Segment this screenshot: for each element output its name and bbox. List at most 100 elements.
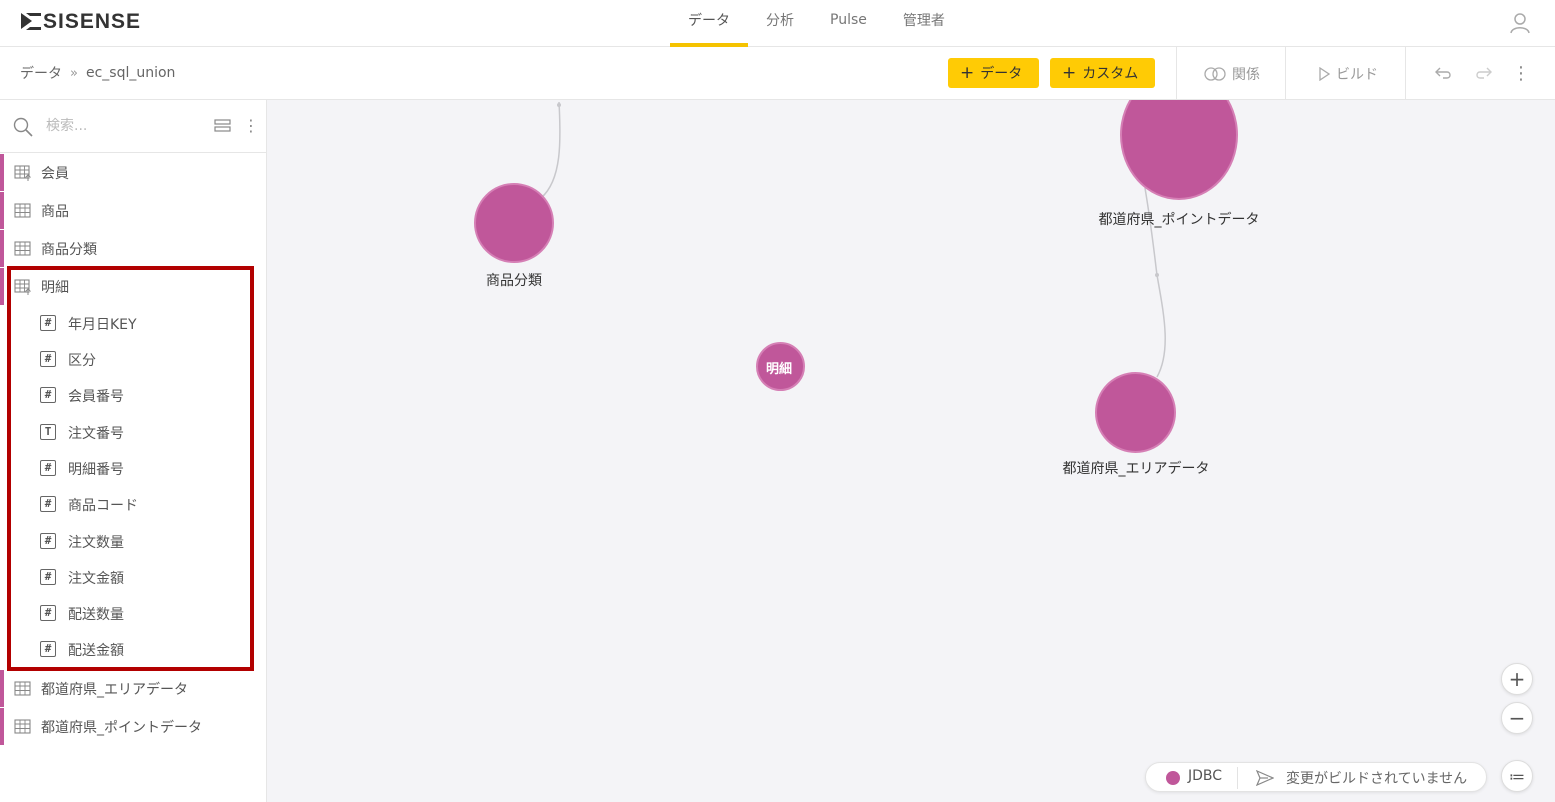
add-data-label: データ: [980, 66, 1023, 82]
relations-label: 関係: [1232, 67, 1260, 83]
column-item[interactable]: # 注文金額: [40, 563, 240, 593]
numeric-field-icon: #: [40, 496, 56, 512]
more-menu-icon[interactable]: ⋮: [1511, 63, 1531, 84]
tab-pulse[interactable]: Pulse: [812, 0, 885, 43]
numeric-field-icon: #: [40, 315, 56, 331]
table-icon: [14, 719, 31, 734]
relations-button[interactable]: 関係: [1204, 64, 1260, 84]
main-nav-tabs: データ 分析 Pulse 管理者: [670, 0, 963, 47]
custom-table-icon: [14, 279, 31, 295]
column-item[interactable]: # 商品コード: [40, 490, 240, 520]
relations-icon: [1204, 67, 1226, 81]
table-color-bar: [0, 670, 4, 707]
column-item[interactable]: # 配送金額: [40, 635, 240, 665]
column-item[interactable]: T 注文番号: [40, 418, 240, 448]
tab-admin[interactable]: 管理者: [885, 0, 963, 43]
sidebar-search-bar: ⋮: [0, 100, 266, 153]
user-icon[interactable]: [1508, 11, 1532, 35]
breadcrumb-root-link[interactable]: データ: [20, 63, 62, 83]
numeric-field-icon: #: [40, 569, 56, 585]
table-label: 商品: [41, 204, 69, 220]
numeric-field-icon: #: [40, 641, 56, 657]
list-toggle-button[interactable]: ≔: [1501, 760, 1533, 792]
model-canvas[interactable]: 商品分類 明細 都道府県_ポイントデータ 都道府県_エリアデータ + − ≔ J…: [267, 100, 1555, 802]
toolbar-divider: [1176, 47, 1177, 99]
column-item[interactable]: # 配送数量: [40, 599, 240, 629]
table-color-bar: [0, 192, 4, 229]
add-data-button[interactable]: + データ: [948, 58, 1039, 88]
table-label: 都道府県_ポイントデータ: [41, 720, 202, 736]
numeric-field-icon: #: [40, 387, 56, 403]
numeric-field-icon: #: [40, 351, 56, 367]
column-item[interactable]: # 年月日KEY: [40, 309, 240, 339]
table-label: 都道府県_エリアデータ: [41, 682, 188, 698]
table-icon: [14, 203, 31, 218]
status-divider: [1237, 767, 1238, 789]
column-item[interactable]: # 注文数量: [40, 527, 240, 557]
tables-sidebar: ⋮ 会員 商品 商品分類 明細: [0, 100, 267, 802]
node-inner-label: 明細: [766, 362, 793, 377]
source-type-label: JDBC: [1188, 768, 1223, 784]
build-status-message: 変更がビルドされていません: [1286, 771, 1468, 787]
column-label: 明細番号: [68, 462, 124, 478]
node-label: 都道府県_ポイントデータ: [1098, 212, 1260, 228]
zoom-out-button[interactable]: −: [1501, 702, 1533, 734]
tab-data[interactable]: データ: [670, 0, 748, 47]
brand-name: SISENSE: [43, 10, 142, 33]
sisense-logo-mark-icon: [21, 13, 41, 30]
column-label: 会員番号: [68, 389, 124, 405]
sidebar-item-area-data[interactable]: 都道府県_エリアデータ: [0, 670, 266, 707]
build-button[interactable]: ビルド: [1318, 64, 1378, 84]
relation-lines: [540, 101, 1166, 378]
table-label: 会員: [41, 166, 69, 182]
numeric-field-icon: #: [40, 533, 56, 549]
node-shohin-bunrui[interactable]: [474, 183, 554, 263]
node-label: 都道府県_エリアデータ: [1062, 461, 1210, 477]
node-area-data[interactable]: [1095, 372, 1176, 453]
search-icon: [13, 117, 33, 137]
table-color-bar: [0, 708, 4, 745]
numeric-field-icon: #: [40, 605, 56, 621]
toolbar-divider: [1285, 47, 1286, 99]
model-toolbar: データ » ec_sql_union + データ + カスタム 関係 ビルド ⋮: [0, 47, 1555, 100]
add-custom-label: カスタム: [1082, 66, 1139, 82]
column-label: 注文数量: [68, 535, 124, 551]
plus-icon: +: [1062, 62, 1077, 83]
sidebar-item-kaiin[interactable]: 会員: [0, 154, 266, 191]
node-label: 商品分類: [486, 273, 542, 289]
column-label: 年月日KEY: [68, 317, 137, 333]
column-label: 配送金額: [68, 643, 124, 659]
undo-button[interactable]: [1434, 63, 1454, 83]
breadcrumb-separator: »: [70, 65, 78, 81]
text-field-icon: T: [40, 424, 56, 440]
table-icon: [14, 681, 31, 696]
sidebar-item-shohin[interactable]: 商品: [0, 192, 266, 229]
tab-analytics[interactable]: 分析: [748, 0, 812, 43]
table-label: 明細: [41, 280, 69, 296]
column-label: 注文金額: [68, 571, 124, 587]
build-label: ビルド: [1336, 67, 1378, 83]
column-label: 配送数量: [68, 607, 124, 623]
column-item[interactable]: # 区分: [40, 345, 240, 375]
sidebar-item-point-data[interactable]: 都道府県_ポイントデータ: [0, 708, 266, 745]
zoom-in-button[interactable]: +: [1501, 663, 1533, 695]
numeric-field-icon: #: [40, 460, 56, 476]
search-input[interactable]: [46, 114, 196, 138]
column-label: 区分: [68, 353, 96, 369]
add-custom-button[interactable]: + カスタム: [1050, 58, 1155, 88]
redo-button[interactable]: [1473, 63, 1493, 83]
sisense-logo[interactable]: SISENSE: [20, 10, 141, 34]
custom-table-icon: [14, 165, 31, 181]
column-item[interactable]: # 会員番号: [40, 381, 240, 411]
table-icon: [14, 241, 31, 256]
table-color-bar: [0, 268, 4, 305]
plus-icon: +: [960, 62, 975, 83]
sidebar-item-shohin-bunrui[interactable]: 商品分類: [0, 230, 266, 267]
list-view-icon[interactable]: [214, 118, 231, 134]
sidebar-more-icon[interactable]: ⋮: [243, 117, 259, 135]
column-item[interactable]: # 明細番号: [40, 454, 240, 484]
undo-icon: [1435, 67, 1451, 79]
table-label: 商品分類: [41, 242, 97, 258]
sidebar-item-meisai[interactable]: 明細: [0, 268, 266, 305]
table-color-bar: [0, 154, 4, 191]
